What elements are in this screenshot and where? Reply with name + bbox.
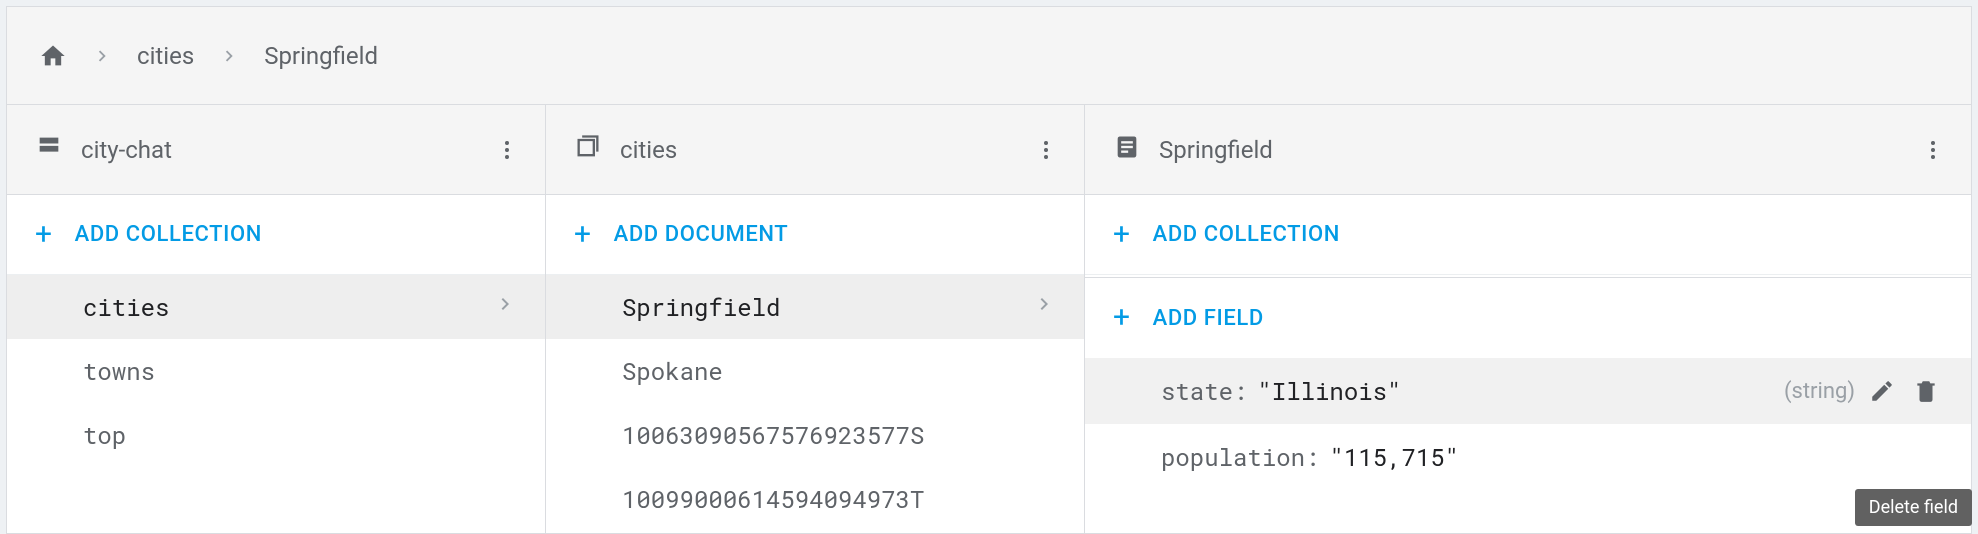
add-field-label: ADD FIELD: [1153, 306, 1264, 331]
chevron-right-icon: [218, 45, 240, 67]
more-vert-icon[interactable]: [489, 132, 525, 168]
database-icon: [35, 133, 63, 167]
add-collection-label: ADD COLLECTION: [75, 222, 262, 247]
add-document-label: ADD DOCUMENT: [614, 222, 789, 247]
breadcrumb-item[interactable]: Springfield: [264, 42, 378, 70]
list-item-label: Springfield: [622, 291, 780, 323]
breadcrumb: cities Springfield: [7, 7, 1971, 105]
collection-column: cities + ADD DOCUMENT Springfield Spokan…: [546, 105, 1085, 533]
add-collection-label: ADD COLLECTION: [1153, 222, 1340, 247]
add-field-button[interactable]: + ADD FIELD: [1085, 278, 1971, 358]
more-vert-icon[interactable]: [1915, 132, 1951, 168]
field-row[interactable]: population: "115,715": [1085, 424, 1971, 490]
field-value: "115,715": [1329, 441, 1459, 473]
root-title: city-chat: [81, 136, 471, 164]
add-document-button[interactable]: + ADD DOCUMENT: [546, 195, 1084, 275]
field-key: population:: [1161, 441, 1319, 473]
document-column: Springfield + ADD COLLECTION + ADD FIELD…: [1085, 105, 1971, 533]
plus-icon: +: [1113, 303, 1131, 333]
more-vert-icon[interactable]: [1028, 132, 1064, 168]
plus-icon: +: [1113, 220, 1131, 250]
collection-icon: [574, 133, 602, 167]
document-list[interactable]: Springfield Spokane 10063090567576923577…: [546, 275, 1084, 533]
list-item[interactable]: 10099000614594094973T: [546, 467, 1084, 531]
edit-icon[interactable]: [1865, 374, 1899, 408]
list-item-label: towns: [83, 355, 155, 387]
home-icon[interactable]: [39, 42, 67, 70]
field-value: "Illinois": [1257, 375, 1401, 407]
collection-list[interactable]: cities towns top: [7, 275, 545, 533]
list-item-label: cities: [83, 291, 169, 323]
list-item[interactable]: towns: [7, 339, 545, 403]
list-item-label: Spokane: [622, 355, 723, 387]
delete-icon[interactable]: [1909, 374, 1943, 408]
list-item[interactable]: top: [7, 403, 545, 467]
field-type: (string): [1784, 379, 1855, 404]
root-column: city-chat + ADD COLLECTION cities towns: [7, 105, 546, 533]
list-item-label: top: [83, 419, 126, 451]
field-list: state: "Illinois" (string) population: "…: [1085, 358, 1971, 533]
collection-column-header: cities: [546, 105, 1084, 195]
field-row[interactable]: state: "Illinois" (string): [1085, 358, 1971, 424]
document-title: Springfield: [1159, 136, 1897, 164]
plus-icon: +: [35, 220, 53, 250]
collection-title: cities: [620, 136, 1010, 164]
document-icon: [1113, 133, 1141, 167]
plus-icon: +: [574, 220, 592, 250]
add-collection-button[interactable]: + ADD COLLECTION: [1085, 195, 1971, 275]
list-item[interactable]: cities: [7, 275, 545, 339]
field-key: state:: [1161, 375, 1247, 407]
list-item-label: 10063090567576923577S: [622, 419, 924, 451]
chevron-right-icon: [91, 45, 113, 67]
chevron-right-icon: [1032, 291, 1056, 323]
add-collection-button[interactable]: + ADD COLLECTION: [7, 195, 545, 275]
breadcrumb-item[interactable]: cities: [137, 42, 194, 70]
list-item[interactable]: Springfield: [546, 275, 1084, 339]
list-item[interactable]: 10063090567576923577S: [546, 403, 1084, 467]
list-item-label: 10099000614594094973T: [622, 483, 924, 515]
list-item[interactable]: Spokane: [546, 339, 1084, 403]
root-column-header: city-chat: [7, 105, 545, 195]
chevron-right-icon: [493, 291, 517, 323]
document-column-header: Springfield: [1085, 105, 1971, 195]
